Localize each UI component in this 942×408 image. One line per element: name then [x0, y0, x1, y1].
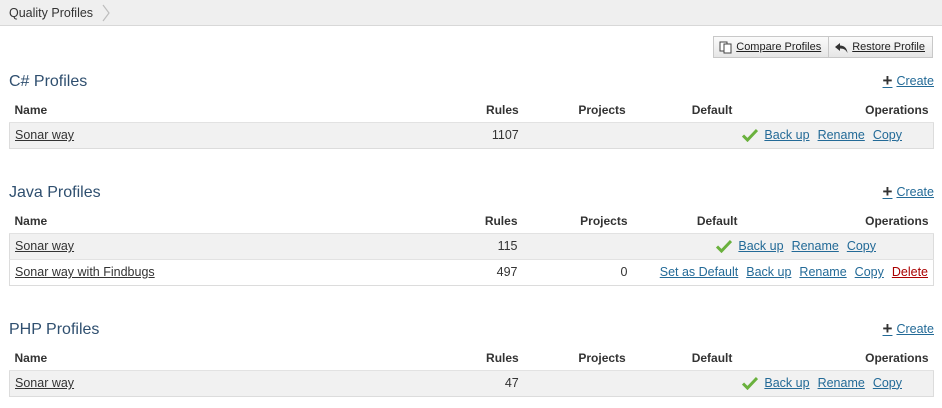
- col-name: Name: [14, 213, 48, 228]
- col-rules: Rules: [484, 213, 518, 228]
- default-check-icon: [742, 377, 759, 391]
- chevron-right-icon: [102, 4, 110, 21]
- projects-count: 0: [522, 258, 633, 285]
- backup-link[interactable]: Back up: [738, 239, 783, 253]
- copy-link[interactable]: Copy: [855, 265, 884, 279]
- col-operations: Operations: [865, 213, 929, 228]
- backup-link[interactable]: Back up: [764, 128, 809, 142]
- backup-link[interactable]: Back up: [764, 376, 809, 390]
- restore-profile-button[interactable]: Restore Profile: [829, 36, 933, 58]
- profiles-table: Name Rules Projects Default Operations S…: [9, 209, 934, 286]
- rules-count: 497: [419, 258, 523, 285]
- section-title: C# Profiles: [9, 73, 88, 90]
- rename-link[interactable]: Rename: [799, 265, 846, 279]
- col-name: Name: [14, 102, 48, 117]
- rules-count: 115: [419, 232, 523, 259]
- col-projects: Projects: [580, 213, 628, 228]
- profile-name-link[interactable]: Sonar way with Findbugs: [15, 265, 155, 279]
- col-operations: Operations: [865, 350, 929, 365]
- plus-icon: +: [882, 319, 893, 338]
- create-profile-link[interactable]: + Create: [882, 71, 934, 90]
- breadcrumb: Quality Profiles: [0, 0, 942, 26]
- undo-arrow-icon: [835, 42, 848, 53]
- default-check-icon: [716, 240, 733, 254]
- create-label: Create: [896, 185, 934, 199]
- compare-profiles-label: Compare Profiles: [736, 41, 822, 53]
- backup-link[interactable]: Back up: [746, 265, 791, 279]
- col-default: Default: [691, 102, 733, 117]
- rename-link[interactable]: Rename: [818, 376, 865, 390]
- section-title: PHP Profiles: [9, 321, 100, 338]
- copy-link[interactable]: Copy: [873, 128, 902, 142]
- plus-icon: +: [882, 71, 893, 90]
- rename-link[interactable]: Rename: [792, 239, 839, 253]
- profiles-table: Name Rules Projects Default Operations S…: [9, 98, 934, 149]
- set-as-default-link[interactable]: Set as Default: [660, 265, 739, 279]
- copy-link[interactable]: Copy: [847, 239, 876, 253]
- profiles-table: Name Rules Projects Default Operations S…: [9, 346, 934, 397]
- table-row: Sonar way 115 Back up Rename Copy: [9, 232, 934, 259]
- projects-count: [523, 121, 631, 148]
- section-csharp-profiles: C# Profiles + Create Name Rules Projects …: [9, 71, 934, 148]
- compare-profiles-button[interactable]: Compare Profiles: [713, 36, 830, 58]
- col-projects: Projects: [578, 350, 626, 365]
- rules-count: 1107: [427, 121, 524, 148]
- copy-link[interactable]: Copy: [873, 376, 902, 390]
- section-java-profiles: Java Profiles + Create Name Rules Project…: [9, 182, 934, 285]
- rename-link[interactable]: Rename: [818, 128, 865, 142]
- col-default: Default: [691, 350, 733, 365]
- table-row: Sonar way 1107 Back up Rename Copy: [9, 121, 934, 148]
- col-name: Name: [14, 350, 48, 365]
- projects-count: [522, 232, 633, 259]
- profile-name-link[interactable]: Sonar way: [15, 128, 74, 142]
- col-projects: Projects: [578, 102, 626, 117]
- projects-count: [523, 369, 631, 396]
- create-profile-link[interactable]: + Create: [882, 182, 934, 201]
- create-profile-link[interactable]: + Create: [882, 319, 934, 338]
- breadcrumb-quality-profiles[interactable]: Quality Profiles: [9, 6, 93, 20]
- restore-profile-label: Restore Profile: [852, 41, 925, 53]
- section-title: Java Profiles: [9, 184, 101, 201]
- profile-name-link[interactable]: Sonar way: [15, 239, 74, 253]
- col-rules: Rules: [486, 102, 519, 117]
- create-label: Create: [896, 74, 934, 88]
- rules-count: 47: [427, 369, 524, 396]
- table-row: Sonar way 47 Back up Rename Copy: [9, 369, 934, 396]
- compare-icon: [719, 41, 732, 53]
- table-row: Sonar way with Findbugs 497 0 Set as Def…: [9, 258, 934, 285]
- delete-link[interactable]: Delete: [892, 265, 928, 279]
- col-operations: Operations: [865, 102, 929, 117]
- col-default: Default: [696, 213, 738, 228]
- profile-name-link[interactable]: Sonar way: [15, 376, 74, 390]
- default-check-icon: [742, 129, 759, 143]
- toolbar: Compare Profiles Restore Profile: [713, 36, 933, 58]
- section-php-profiles: PHP Profiles + Create Name Rules Projects…: [9, 319, 934, 396]
- col-rules: Rules: [486, 350, 519, 365]
- plus-icon: +: [882, 182, 893, 201]
- create-label: Create: [896, 322, 934, 336]
